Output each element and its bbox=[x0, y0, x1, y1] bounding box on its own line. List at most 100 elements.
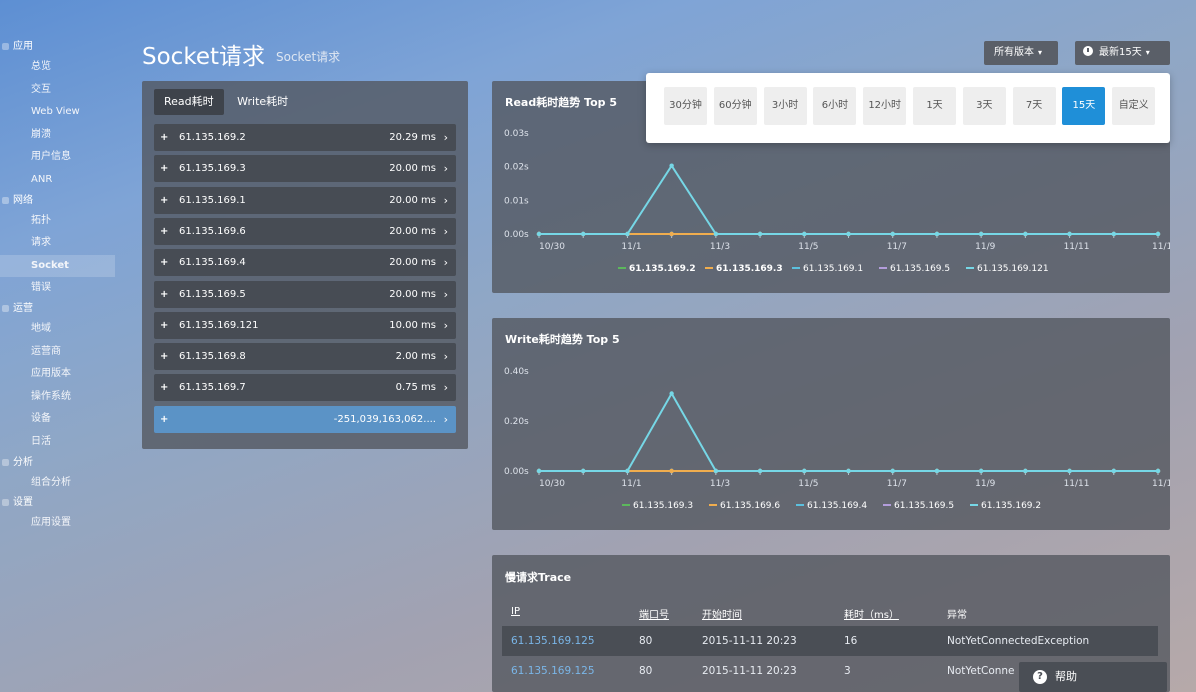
sidebar-item[interactable]: 组合分析 bbox=[0, 472, 115, 495]
chevron-right-icon: › bbox=[443, 131, 448, 144]
sidebar-item[interactable]: 错误 bbox=[0, 277, 115, 300]
data-point bbox=[757, 231, 763, 237]
socket-row[interactable]: +61.135.169.2 20.29 ms › bbox=[154, 124, 456, 151]
socket-time-value: 20.00 ms bbox=[389, 194, 436, 206]
time-range-dropdown-button[interactable]: 最新15天 ▾ bbox=[1075, 41, 1170, 65]
socket-time-value: 20.00 ms bbox=[389, 225, 436, 237]
cell-ip[interactable]: 61.135.169.125 bbox=[511, 656, 595, 686]
data-point bbox=[669, 231, 674, 237]
sidebar-item[interactable]: 拓扑 bbox=[0, 210, 115, 233]
time-option[interactable]: 60分钟 bbox=[713, 87, 757, 125]
legend-item: 61.135.169.121 bbox=[977, 264, 1049, 274]
col-header-duration[interactable]: 耗时（ms） bbox=[844, 606, 899, 621]
y-tick-label: 0.40s bbox=[504, 367, 529, 377]
sidebar-item[interactable]: 应用设置 bbox=[0, 512, 115, 535]
sidebar-item[interactable]: 用户信息 bbox=[0, 146, 115, 169]
data-point bbox=[669, 163, 674, 168]
tab-write-time[interactable]: Write耗时 bbox=[227, 89, 298, 115]
sidebar-group[interactable]: 设置 bbox=[0, 494, 115, 512]
time-option[interactable]: 3天 bbox=[962, 87, 1006, 125]
expand-plus-icon[interactable]: + bbox=[160, 374, 168, 401]
sidebar-item[interactable]: 应用版本 bbox=[0, 363, 115, 386]
sidebar-item[interactable]: 总览 bbox=[0, 56, 115, 79]
sidebar-item[interactable]: 运营商 bbox=[0, 341, 115, 364]
expand-plus-icon[interactable]: + bbox=[160, 187, 168, 214]
time-option[interactable]: 30分钟 bbox=[664, 87, 707, 125]
time-option[interactable]: 1天 bbox=[913, 87, 956, 125]
socket-row[interactable]: +61.135.169.121 10.00 ms › bbox=[154, 311, 456, 339]
sidebar-item[interactable]: 交互 bbox=[0, 79, 115, 102]
y-tick-label: 0.02s bbox=[504, 163, 529, 173]
expand-plus-icon[interactable]: + bbox=[160, 249, 168, 276]
time-range-dropdown: 30分钟 60分钟 3小时 6小时 12小时 1天 3天 7天 15天 自定义 bbox=[646, 73, 1170, 143]
expand-plus-icon[interactable]: + bbox=[160, 155, 168, 182]
data-point bbox=[581, 231, 586, 237]
cell-duration: 16 bbox=[844, 635, 858, 647]
col-header-ip[interactable]: IP bbox=[511, 606, 520, 617]
data-point bbox=[1111, 468, 1116, 474]
page-subtitle: Socket请求 bbox=[276, 50, 341, 64]
expand-plus-icon[interactable]: + bbox=[160, 281, 168, 308]
chevron-right-icon: › bbox=[443, 224, 448, 238]
legend-item: 61.135.169.3 bbox=[633, 501, 693, 511]
sidebar-group[interactable]: 应用 bbox=[0, 38, 115, 56]
expand-plus-icon[interactable]: + bbox=[160, 124, 168, 151]
sidebar-group[interactable]: 分析 bbox=[0, 454, 115, 472]
socket-row[interactable]: +61.135.169.6 20.00 ms › bbox=[154, 217, 456, 245]
tab-read-time[interactable]: Read耗时 bbox=[154, 89, 224, 115]
help-button[interactable]: ? 帮助 bbox=[1019, 662, 1167, 692]
col-header-start-time[interactable]: 开始时间 bbox=[702, 606, 742, 621]
time-option[interactable]: 6小时 bbox=[813, 87, 857, 125]
socket-ip: 61.135.169.2 bbox=[179, 132, 246, 143]
socket-ip: 61.135.169.5 bbox=[179, 288, 246, 300]
time-option[interactable]: 3小时 bbox=[763, 87, 807, 125]
socket-row[interactable]: +61.135.169.5 20.00 ms › bbox=[154, 280, 456, 308]
col-header-port[interactable]: 端口号 bbox=[639, 606, 669, 621]
expand-plus-icon[interactable]: + bbox=[160, 218, 168, 245]
expand-plus-icon[interactable]: + bbox=[160, 343, 168, 370]
sidebar-group[interactable]: 运营 bbox=[0, 300, 115, 318]
sidebar-item[interactable]: 请求 bbox=[0, 232, 115, 255]
cell-ip[interactable]: 61.135.169.125 bbox=[511, 626, 595, 656]
sidebar-item[interactable]: 崩溃 bbox=[0, 124, 115, 147]
socket-time-value: 20.00 ms bbox=[389, 257, 436, 269]
expand-plus-icon[interactable]: + bbox=[160, 406, 168, 433]
sidebar-item[interactable]: 操作系统 bbox=[0, 386, 115, 409]
socket-row[interactable]: +61.135.169.8 2.00 ms › bbox=[154, 343, 456, 371]
x-tick-label: 11/13 bbox=[1152, 479, 1170, 489]
socket-row[interactable]: +61.135.169.7 0.75 ms › bbox=[154, 374, 456, 402]
socket-row[interactable]: + -251,039,163,062.... › bbox=[154, 405, 456, 433]
sidebar-item[interactable]: 日活 bbox=[0, 431, 115, 454]
series-line bbox=[539, 163, 1158, 235]
chevron-right-icon: › bbox=[443, 193, 448, 207]
expand-plus-icon[interactable]: + bbox=[160, 312, 168, 339]
time-option[interactable]: 15天 bbox=[1062, 87, 1106, 125]
table-row[interactable]: 61.135.169.125 80 2015-11-11 20:23 16 No… bbox=[502, 626, 1158, 656]
chevron-right-icon: › bbox=[443, 287, 448, 301]
time-option[interactable]: 自定义 bbox=[1112, 87, 1156, 125]
x-tick-label: 11/9 bbox=[975, 479, 995, 489]
sidebar-item[interactable]: 地域 bbox=[0, 318, 115, 341]
data-point bbox=[934, 468, 940, 474]
sidebar-item[interactable]: ANR bbox=[0, 169, 115, 192]
socket-time-value: 20.29 ms bbox=[389, 132, 436, 143]
socket-row[interactable]: +61.135.169.4 20.00 ms › bbox=[154, 249, 456, 277]
time-option[interactable]: 7天 bbox=[1012, 87, 1056, 125]
data-point bbox=[625, 231, 630, 237]
chevron-right-icon: › bbox=[443, 256, 448, 270]
sidebar-group-label: 分析 bbox=[13, 456, 33, 468]
socket-row[interactable]: +61.135.169.1 20.00 ms › bbox=[154, 186, 456, 214]
socket-row[interactable]: +61.135.169.3 20.00 ms › bbox=[154, 155, 456, 183]
data-point bbox=[1023, 231, 1028, 237]
legend-item: 61.135.169.2 bbox=[629, 264, 696, 274]
sidebar-item[interactable]: Web View bbox=[0, 101, 115, 124]
time-option[interactable]: 12小时 bbox=[863, 87, 907, 125]
sidebar-group[interactable]: 网络 bbox=[0, 192, 115, 210]
legend-item: 61.135.169.2 bbox=[981, 501, 1041, 511]
sidebar-group-label: 应用 bbox=[13, 41, 33, 52]
sidebar-item[interactable]: 设备 bbox=[0, 408, 115, 431]
sidebar-item[interactable]: Socket bbox=[0, 254, 115, 278]
group-icon bbox=[2, 43, 9, 50]
version-dropdown-button[interactable]: 所有版本 ▾ bbox=[984, 41, 1058, 65]
chevron-right-icon: › bbox=[443, 350, 448, 364]
